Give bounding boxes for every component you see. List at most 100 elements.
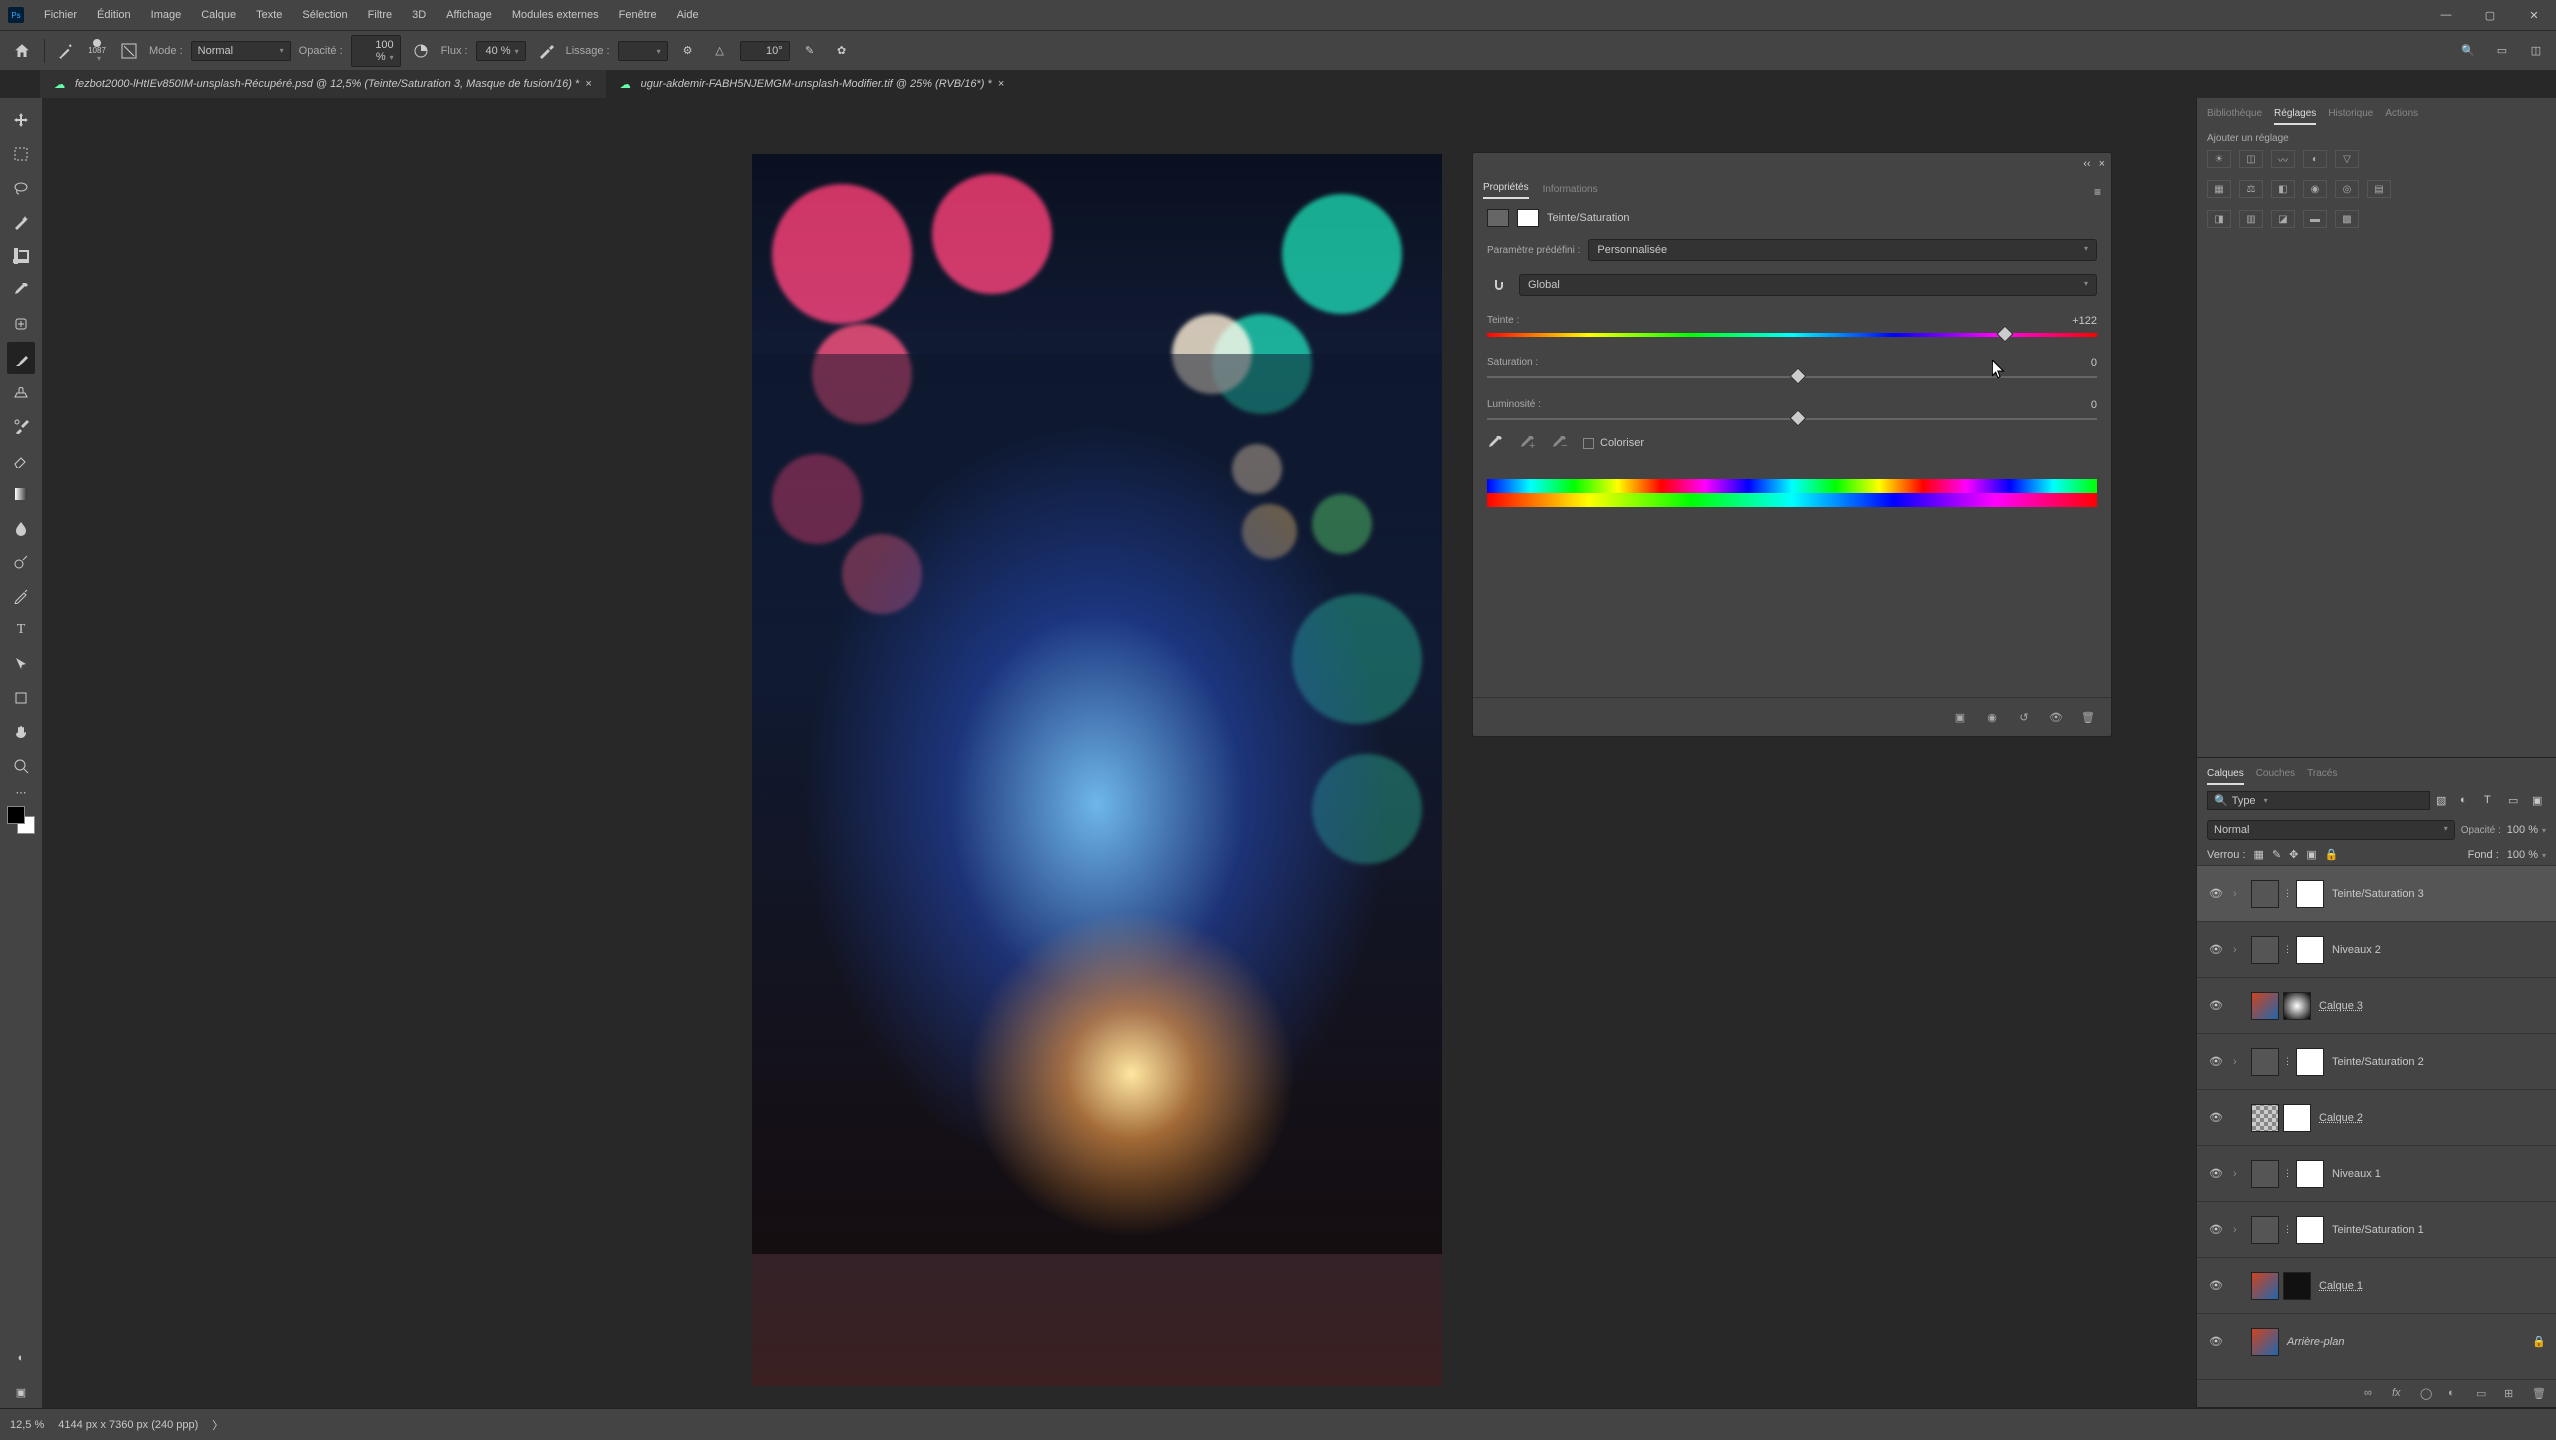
preset-select[interactable]: Personnalisée (1588, 239, 2097, 261)
tab-bibliotheque[interactable]: Bibliothèque (2207, 104, 2262, 125)
delete-adj-icon[interactable]: 🗑 (2079, 708, 2097, 726)
lock-icon[interactable]: 🔒 (2532, 1335, 2546, 1348)
properties-panel[interactable]: ‹‹ × Propriétés Informations ≡ Teinte/Sa… (1472, 152, 2112, 737)
layer-row[interactable]: 👁›⋮Niveaux 2 (2197, 921, 2556, 977)
brush-preset-picker[interactable]: 1087 (85, 39, 109, 63)
tab-actions[interactable]: Actions (2385, 104, 2418, 125)
link-mask-icon[interactable]: ⋮ (2283, 944, 2292, 955)
layer-opacity[interactable]: 100 % (2507, 824, 2546, 836)
visibility-toggle[interactable]: 👁 (2207, 1111, 2225, 1124)
blur-tool[interactable] (7, 512, 35, 544)
tab-couches[interactable]: Couches (2256, 764, 2295, 785)
lasso-tool[interactable] (7, 172, 35, 204)
layer-thumb[interactable] (2251, 1272, 2279, 1300)
levels-icon[interactable]: ◫ (2239, 150, 2263, 168)
lock-all-icon[interactable]: 🔒 (2325, 848, 2339, 861)
layer-name[interactable]: Teinte/Saturation 3 (2332, 888, 2424, 900)
hand-tool[interactable] (7, 716, 35, 748)
adj-thumb[interactable] (2251, 1216, 2279, 1244)
threshold-icon[interactable]: ◪ (2271, 210, 2295, 228)
filter-type-icon[interactable]: T (2484, 794, 2498, 808)
menu-image[interactable]: Image (141, 9, 192, 21)
fill-value[interactable]: 100 % (2507, 849, 2546, 861)
fx-icon[interactable]: fx (2392, 1387, 2406, 1401)
layer-row[interactable]: 👁›⋮Teinte/Saturation 3 (2197, 865, 2556, 921)
screen-mode-icon[interactable]: ▣ (7, 1376, 35, 1408)
tab-2-close[interactable]: × (998, 78, 1004, 90)
doc-info[interactable]: 4144 px x 7360 px (240 ppp) (58, 1419, 198, 1431)
menu-modules[interactable]: Modules externes (502, 9, 609, 21)
adj-thumb[interactable] (2251, 1048, 2279, 1076)
pen-tool[interactable] (7, 580, 35, 612)
menu-aide[interactable]: Aide (667, 9, 709, 21)
adj-thumb[interactable] (2251, 1160, 2279, 1188)
color-swatches[interactable] (7, 806, 35, 834)
history-brush-tool[interactable] (7, 410, 35, 442)
layer-mask[interactable] (2283, 992, 2311, 1020)
tab-1-close[interactable]: × (585, 78, 591, 90)
lum-value[interactable]: 0 (2091, 399, 2097, 411)
layer-name[interactable]: Teinte/Saturation 2 (2332, 1056, 2424, 1068)
layer-name[interactable]: Calque 2 (2319, 1112, 2363, 1124)
link-mask-icon[interactable]: ⋮ (2283, 888, 2292, 899)
selectivecolor-icon[interactable]: ▩ (2335, 210, 2359, 228)
layer-mask[interactable] (2296, 1216, 2324, 1244)
gradient-tool[interactable] (7, 478, 35, 510)
hue-icon[interactable]: ▦ (2207, 180, 2231, 198)
menu-3d[interactable]: 3D (402, 9, 436, 21)
angle-input[interactable]: 10° (740, 41, 790, 61)
move-tool[interactable] (7, 104, 35, 136)
menu-edition[interactable]: Édition (87, 9, 141, 21)
zoom-tool[interactable] (7, 750, 35, 782)
layer-mask[interactable] (2283, 1104, 2311, 1132)
filter-smart-icon[interactable]: ▣ (2532, 794, 2546, 808)
airbrush-icon[interactable] (534, 39, 558, 63)
layer-row[interactable]: 👁Arrière-plan🔒 (2197, 1313, 2556, 1369)
home-button[interactable] (8, 37, 36, 65)
filter-shape-icon[interactable]: ▭ (2508, 794, 2522, 808)
layer-name[interactable]: Calque 3 (2319, 1000, 2363, 1012)
layer-mask[interactable] (2283, 1272, 2311, 1300)
layer-name[interactable]: Teinte/Saturation 1 (2332, 1224, 2424, 1236)
path-select-tool[interactable] (7, 648, 35, 680)
sat-value[interactable]: 0 (2091, 357, 2097, 369)
filter-pixel-icon[interactable]: ▧ (2436, 794, 2450, 808)
reset-icon[interactable]: ↺ (2015, 708, 2033, 726)
flow-input[interactable]: 40 % (476, 41, 526, 61)
layer-filter-select[interactable]: 🔍Type (2207, 791, 2430, 810)
lum-slider[interactable] (1487, 415, 2097, 423)
layer-row[interactable]: 👁Calque 1 (2197, 1257, 2556, 1313)
eyedropper-tool[interactable] (7, 274, 35, 306)
visibility-toggle[interactable]: 👁 (2207, 1223, 2225, 1236)
prev-state-icon[interactable]: ◉ (1983, 708, 2001, 726)
blend-mode[interactable]: Normal (2207, 820, 2455, 840)
brush-tool-icon[interactable] (53, 39, 77, 63)
layer-name[interactable]: Niveaux 1 (2332, 1168, 2381, 1180)
layer-name[interactable]: Niveaux 2 (2332, 944, 2381, 956)
blend-mode-select[interactable]: Normal (191, 41, 291, 61)
lock-paint-icon[interactable]: ✎ (2272, 848, 2281, 861)
posterize-icon[interactable]: ▥ (2239, 210, 2263, 228)
eraser-tool[interactable] (7, 444, 35, 476)
crop-tool[interactable] (7, 240, 35, 272)
maximize-button[interactable]: ▢ (2468, 0, 2512, 30)
lock-pos-icon[interactable]: ✥ (2289, 848, 2298, 861)
link-mask-icon[interactable]: ⋮ (2283, 1224, 2292, 1235)
tab-reglages[interactable]: Réglages (2274, 104, 2316, 125)
menu-calque[interactable]: Calque (191, 9, 246, 21)
visibility-toggle[interactable]: 👁 (2207, 1055, 2225, 1068)
vibrance-icon[interactable]: ▽ (2335, 150, 2359, 168)
curves-icon[interactable]: 〰 (2271, 150, 2295, 168)
teinte-slider[interactable] (1487, 331, 2097, 339)
layer-thumb[interactable] (2251, 1104, 2279, 1132)
chevron-right-icon[interactable]: › (2233, 1056, 2243, 1068)
lock-nest-icon[interactable]: ▣ (2306, 848, 2316, 861)
clip-icon[interactable]: ▣ (1951, 708, 1969, 726)
visibility-toggle[interactable]: 👁 (2207, 943, 2225, 956)
gear-icon[interactable]: ⚙ (676, 39, 700, 63)
eyedropper-base-icon[interactable] (1487, 435, 1503, 451)
chevron-right-icon[interactable]: › (2233, 888, 2243, 900)
teinte-value[interactable]: +122 (2072, 315, 2097, 327)
channelmixer-icon[interactable]: ◎ (2335, 180, 2359, 198)
menu-affichage[interactable]: Affichage (436, 9, 502, 21)
